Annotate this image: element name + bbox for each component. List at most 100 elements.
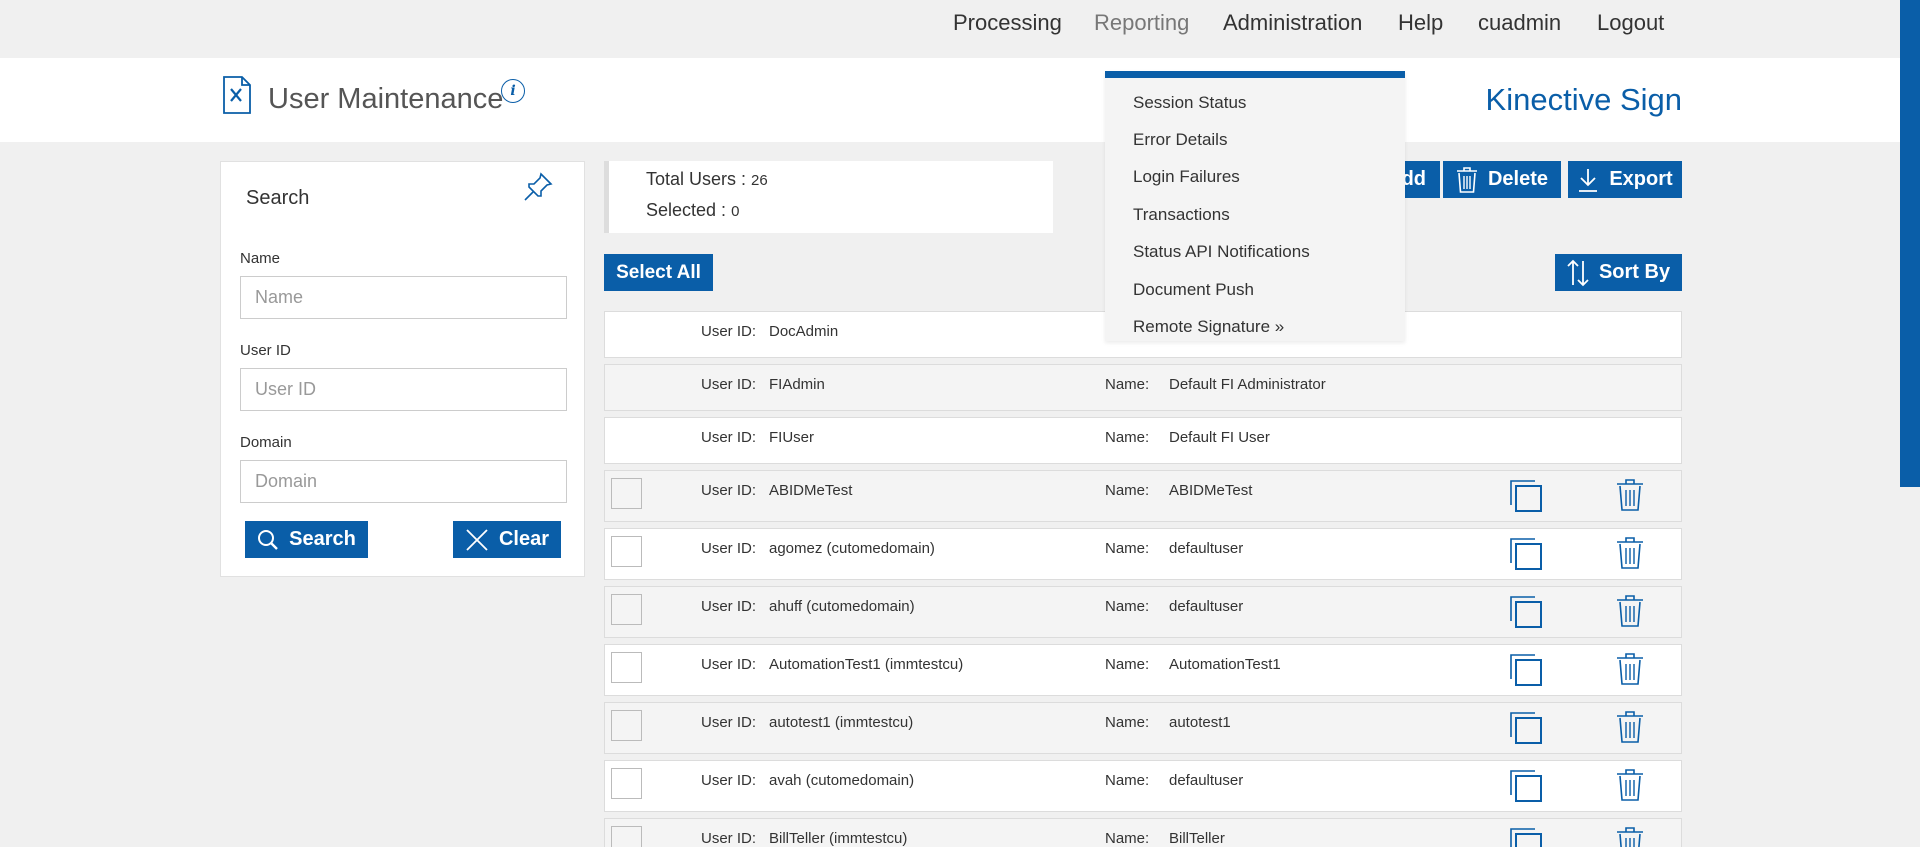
sort-by-button[interactable]: Sort By [1555, 254, 1682, 291]
nav-reporting[interactable]: Reporting [1094, 10, 1189, 36]
menu-item-remote-signature[interactable]: Remote Signature » [1133, 317, 1284, 337]
name-label: Name: [1105, 772, 1150, 789]
export-button[interactable]: Export [1568, 161, 1682, 198]
top-nav: Processing Reporting Administration Help… [0, 0, 1920, 58]
row-checkbox[interactable] [611, 652, 642, 683]
userid-label: User ID: [701, 429, 757, 446]
nav-processing[interactable]: Processing [953, 10, 1062, 36]
trash-icon[interactable] [1615, 826, 1645, 847]
trash-icon[interactable] [1615, 536, 1645, 570]
userid-label: User ID: [701, 540, 757, 557]
name-value: autotest1 [1169, 714, 1231, 731]
table-row[interactable]: User ID: AutomationTest1 (immtestcu) Nam… [604, 644, 1682, 696]
copy-icon[interactable] [1509, 711, 1543, 745]
domain-label: Domain [240, 434, 292, 451]
row-checkbox[interactable] [611, 710, 642, 741]
row-checkbox[interactable] [611, 826, 642, 847]
delete-button[interactable]: Delete [1443, 161, 1561, 198]
copy-icon[interactable] [1509, 653, 1543, 687]
clear-button-label: Clear [498, 528, 550, 550]
name-value: Default FI User [1169, 429, 1270, 446]
add-button-label: dd [1401, 168, 1426, 190]
name-value: defaultuser [1169, 540, 1244, 557]
name-label: Name: [1105, 598, 1150, 615]
userid-value: ahuff (cutomedomain) [769, 598, 915, 615]
userid-value: ABIDMeTest [769, 482, 853, 499]
document-tools-icon [223, 76, 251, 114]
selected-count: Selected : 0 [646, 200, 739, 221]
table-row[interactable]: User ID: autotest1 (immtestcu) Name: aut… [604, 702, 1682, 754]
export-button-label: Export [1609, 168, 1673, 190]
userid-label: User ID [240, 342, 291, 359]
copy-icon[interactable] [1509, 827, 1543, 847]
trash-icon[interactable] [1615, 710, 1645, 744]
trash-icon[interactable] [1615, 594, 1645, 628]
sort-by-label: Sort By [1598, 261, 1671, 283]
search-button[interactable]: Search [245, 521, 368, 558]
menu-item-error-details[interactable]: Error Details [1133, 130, 1227, 150]
nav-administration[interactable]: Administration [1223, 10, 1362, 36]
userid-label: User ID: [701, 772, 757, 789]
userid-label: User ID: [701, 830, 757, 847]
userid-value: autotest1 (immtestcu) [769, 714, 914, 731]
menu-item-session-status[interactable]: Session Status [1133, 93, 1246, 113]
row-checkbox[interactable] [611, 768, 642, 799]
delete-button-label: Delete [1487, 168, 1549, 190]
name-value: defaultuser [1169, 598, 1244, 615]
userid-label: User ID: [701, 482, 757, 499]
search-panel: Search Name User ID Domain Search Clear [220, 161, 585, 577]
close-icon [466, 528, 488, 551]
menu-item-status-api-notifications[interactable]: Status API Notifications [1133, 242, 1310, 262]
brand-name: Kinective Sign [1485, 82, 1682, 117]
copy-icon[interactable] [1509, 479, 1543, 513]
table-row[interactable]: User ID: FIAdmin Name: Default FI Admini… [604, 364, 1682, 411]
userid-label: User ID: [701, 714, 757, 731]
table-row[interactable]: User ID: BillTeller (immtestcu) Name: Bi… [604, 818, 1682, 847]
domain-input[interactable] [240, 460, 567, 503]
nav-user-menu[interactable]: cuadmin [1478, 10, 1561, 36]
name-label: Name [240, 250, 281, 267]
row-checkbox[interactable] [611, 478, 642, 509]
search-panel-title: Search [246, 187, 310, 209]
menu-item-transactions[interactable]: Transactions [1133, 205, 1230, 225]
table-row[interactable]: User ID: avah (cutomedomain) Name: defau… [604, 760, 1682, 812]
name-input[interactable] [240, 276, 567, 319]
nav-logout[interactable]: Logout [1597, 10, 1664, 36]
trash-icon[interactable] [1615, 652, 1645, 686]
menu-item-login-failures[interactable]: Login Failures [1133, 167, 1240, 187]
trash-icon [1456, 166, 1477, 193]
total-users-label: Total Users : [646, 169, 747, 189]
selected-value: 0 [731, 203, 740, 220]
name-value: ABIDMeTest [1169, 482, 1253, 499]
pin-icon[interactable] [521, 170, 555, 204]
trash-icon[interactable] [1615, 478, 1645, 512]
userid-value: AutomationTest1 (immtestcu) [769, 656, 964, 673]
scrollbar-thumb[interactable] [1900, 0, 1920, 487]
nav-help[interactable]: Help [1398, 10, 1443, 36]
row-checkbox[interactable] [611, 594, 642, 625]
userid-value: agomez (cutomedomain) [769, 540, 935, 557]
search-icon [258, 529, 278, 550]
reporting-dropdown-menu: Session Status Error Details Login Failu… [1105, 71, 1405, 341]
trash-icon[interactable] [1615, 768, 1645, 802]
info-icon[interactable]: i [501, 79, 525, 103]
table-row[interactable]: User ID: ABIDMeTest Name: ABIDMeTest [604, 470, 1682, 522]
userid-input[interactable] [240, 368, 567, 411]
page-scrollbar[interactable] [1900, 0, 1920, 847]
userid-label: User ID: [701, 376, 757, 393]
clear-button[interactable]: Clear [453, 521, 561, 558]
select-all-button[interactable]: Select All [604, 254, 713, 291]
copy-icon[interactable] [1509, 769, 1543, 803]
menu-item-document-push[interactable]: Document Push [1133, 280, 1254, 300]
name-value: Default FI Administrator [1169, 376, 1326, 393]
page-title: User Maintenance [268, 83, 504, 115]
table-row[interactable]: User ID: FIUser Name: Default FI User [604, 417, 1682, 464]
copy-icon[interactable] [1509, 595, 1543, 629]
name-value: defaultuser [1169, 772, 1244, 789]
userid-label: User ID: [701, 323, 757, 340]
row-checkbox[interactable] [611, 536, 642, 567]
table-row[interactable]: User ID: agomez (cutomedomain) Name: def… [604, 528, 1682, 580]
copy-icon[interactable] [1509, 537, 1543, 571]
table-row[interactable]: User ID: ahuff (cutomedomain) Name: defa… [604, 586, 1682, 638]
total-users-value: 26 [751, 172, 768, 189]
